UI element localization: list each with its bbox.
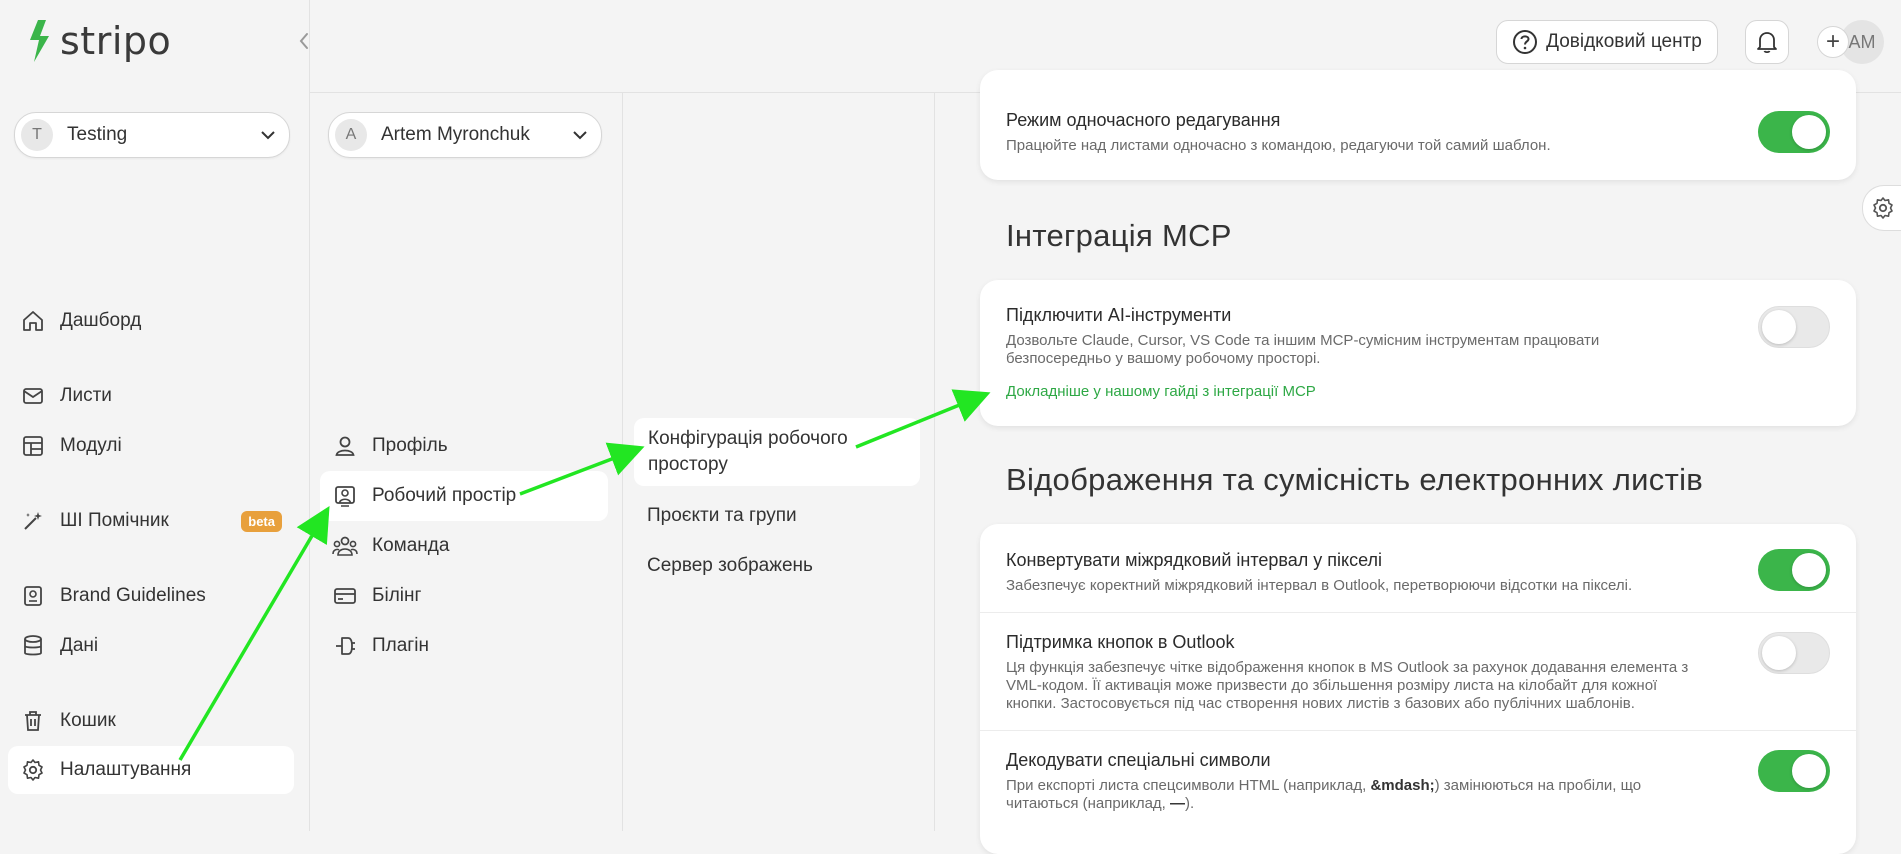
sidebar-item-settings[interactable]: Налаштування bbox=[8, 746, 294, 794]
sidebar-item-emails[interactable]: Листи bbox=[8, 372, 294, 420]
database-icon bbox=[20, 633, 46, 659]
outlook-buttons-desc: Ця функція забезпечує чітке відображення… bbox=[1006, 659, 1689, 712]
outlook-buttons-title: Підтримка кнопок в Outlook bbox=[1006, 632, 1235, 652]
collapse-sidebar-icon[interactable] bbox=[298, 30, 310, 56]
sidebar-item-label: Дані bbox=[60, 635, 99, 656]
plug-icon bbox=[332, 633, 358, 659]
settings-item-label: Робочий простір bbox=[372, 485, 517, 506]
magic-wand-icon bbox=[20, 508, 46, 534]
settings-item-label: Плагін bbox=[372, 635, 429, 656]
sidebar-item-modules[interactable]: Модулі bbox=[8, 422, 294, 470]
brand-book-icon bbox=[20, 583, 46, 609]
trash-icon bbox=[20, 708, 46, 734]
coediting-desc: Працюйте над листами одночасно з командо… bbox=[1006, 137, 1551, 154]
sidebar-item-label: Модулі bbox=[60, 435, 122, 456]
divider bbox=[980, 612, 1856, 613]
line-height-toggle[interactable] bbox=[1758, 549, 1830, 591]
email-settings-card: Конвертувати міжрядковий інтервал у пікс… bbox=[980, 524, 1856, 854]
decode-chars-toggle[interactable] bbox=[1758, 750, 1830, 792]
divider bbox=[980, 730, 1856, 731]
stripo-logo-icon bbox=[30, 20, 49, 62]
help-center-label: Довідковий центр bbox=[1546, 31, 1702, 52]
beta-badge: beta bbox=[241, 510, 282, 532]
sidebar-item-dashboard[interactable]: Дашборд bbox=[8, 297, 294, 345]
mcp-row: Підключити AI-інструменти Дозвольте Clau… bbox=[1006, 305, 1706, 368]
mcp-guide-link[interactable]: Докладніше у нашому гайді з інтеграції M… bbox=[1006, 383, 1316, 400]
sidebar-item-label: Налаштування bbox=[60, 759, 192, 780]
team-icon bbox=[332, 533, 358, 559]
workspace-item-projects[interactable]: Проєкти та групи bbox=[647, 505, 933, 527]
home-icon bbox=[20, 308, 46, 334]
sidebar-item-label: Дашборд bbox=[60, 310, 142, 331]
sidebar-item-label: Кошик bbox=[60, 710, 116, 731]
chevron-down-icon bbox=[261, 130, 275, 139]
settings-item-team[interactable]: Команда bbox=[320, 521, 608, 571]
project-avatar: T bbox=[21, 119, 53, 151]
sidebar-item-data[interactable]: Дані bbox=[8, 622, 294, 670]
mcp-section-heading: Інтеграція MCP bbox=[1006, 218, 1232, 253]
mail-icon bbox=[20, 383, 46, 409]
logo-text: stripo bbox=[60, 19, 172, 63]
mcp-toggle[interactable] bbox=[1758, 306, 1830, 348]
decode-chars-desc: При експорті листа спецсимволи HTML (нап… bbox=[1006, 777, 1642, 812]
bell-icon bbox=[1757, 32, 1777, 54]
settings-item-workspace[interactable]: Робочий простір bbox=[320, 471, 608, 521]
settings-item-billing[interactable]: Білінг bbox=[320, 571, 608, 621]
line-height-desc: Забезпечує коректний міжрядковий інтерва… bbox=[1006, 577, 1633, 594]
gear-icon bbox=[20, 757, 46, 783]
line-height-title: Конвертувати міжрядковий інтервал у пікс… bbox=[1006, 550, 1382, 570]
workspace-item-image-server[interactable]: Сервер зображень bbox=[647, 555, 933, 577]
help-center-button[interactable]: Довідковий центр bbox=[1496, 20, 1718, 64]
chevron-down-icon bbox=[573, 130, 587, 139]
line-height-row: Конвертувати міжрядковий інтервал у пікс… bbox=[1006, 550, 1706, 595]
email-section-heading: Відображення та сумісність електронних л… bbox=[1006, 462, 1704, 497]
user-selector-name: Artem Myronchuk bbox=[381, 124, 530, 145]
settings-item-label: Команда bbox=[372, 535, 450, 556]
decode-chars-row: Декодувати спеціальні символи При експор… bbox=[1006, 750, 1706, 813]
settings-side-icon[interactable] bbox=[1862, 185, 1901, 231]
card-icon bbox=[332, 583, 358, 609]
notifications-button[interactable] bbox=[1745, 20, 1789, 64]
sidebar-item-label: Листи bbox=[60, 385, 112, 406]
outlook-buttons-toggle[interactable] bbox=[1758, 632, 1830, 674]
stripo-logo[interactable]: stripo bbox=[24, 18, 171, 64]
sidebar-item-ai-assistant[interactable]: ШІ Помічник beta bbox=[8, 497, 294, 545]
sidebar-item-brand-guidelines[interactable]: Brand Guidelines bbox=[8, 572, 294, 620]
mcp-desc: Дозвольте Claude, Cursor, VS Code та інш… bbox=[1006, 332, 1600, 367]
settings-item-label: Профіль bbox=[372, 435, 448, 456]
user-selector-avatar: A bbox=[335, 119, 367, 151]
coediting-toggle[interactable] bbox=[1758, 111, 1830, 153]
question-icon bbox=[1513, 30, 1538, 54]
user-icon bbox=[332, 433, 358, 459]
decode-chars-title: Декодувати спеціальні символи bbox=[1006, 750, 1271, 770]
mcp-card: Підключити AI-інструменти Дозвольте Clau… bbox=[980, 280, 1856, 426]
sidebar-item-label: Brand Guidelines bbox=[60, 585, 206, 606]
coediting-card: Режим одночасного редагування Працюйте н… bbox=[980, 70, 1856, 180]
mcp-title: Підключити AI-інструменти bbox=[1006, 305, 1232, 325]
sidebar-item-label: ШІ Помічник bbox=[60, 510, 169, 531]
modules-icon bbox=[20, 433, 46, 459]
workspace-item-configuration[interactable]: Конфігурація робочого простору bbox=[634, 418, 920, 486]
project-selector[interactable]: T Testing bbox=[14, 112, 290, 158]
settings-item-profile[interactable]: Профіль bbox=[320, 421, 608, 471]
coediting-title: Режим одночасного редагування bbox=[1006, 110, 1281, 130]
outlook-buttons-row: Підтримка кнопок в Outlook Ця функція за… bbox=[1006, 632, 1706, 713]
add-button[interactable]: + bbox=[1817, 26, 1849, 58]
settings-item-plugin[interactable]: Плагін bbox=[320, 621, 608, 671]
sidebar-item-trash[interactable]: Кошик bbox=[8, 697, 294, 745]
workspace-icon bbox=[332, 483, 358, 509]
project-name: Testing bbox=[67, 124, 128, 145]
coediting-row: Режим одночасного редагування Працюйте н… bbox=[1006, 110, 1830, 155]
user-selector[interactable]: A Artem Myronchuk bbox=[328, 112, 602, 158]
settings-item-label: Білінг bbox=[372, 585, 422, 606]
